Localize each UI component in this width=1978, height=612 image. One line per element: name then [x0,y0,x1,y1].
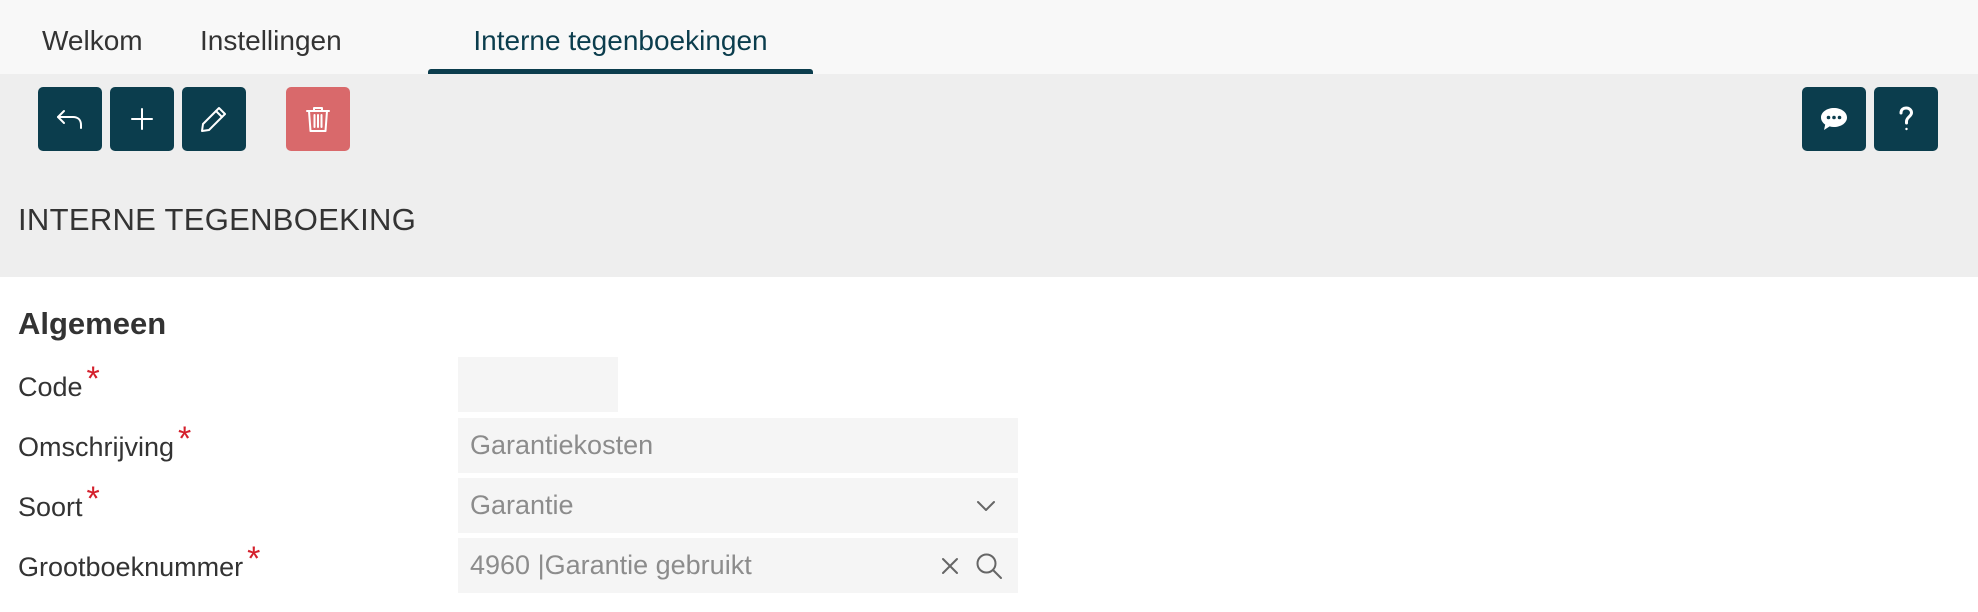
omschrijving-label: Omschrijving * [18,420,191,465]
section-title-algemeen: Algemeen [18,306,167,341]
soort-value: Garantie [470,490,574,520]
omschrijving-input[interactable]: Garantiekosten [458,418,1018,473]
chevron-down-icon[interactable] [974,478,998,533]
help-button[interactable] [1874,87,1938,151]
add-button[interactable] [110,87,174,151]
soort-label: Soort * [18,480,100,525]
trash-icon [306,107,330,132]
plus-icon [131,108,153,130]
toolbar: INTERNE TEGENBOEKING [0,74,1978,277]
search-icon[interactable] [974,538,1004,593]
page-title: INTERNE TEGENBOEKING [18,202,417,237]
delete-button[interactable] [286,87,350,151]
required-marker: * [86,360,100,398]
question-mark-icon [1899,106,1913,131]
grootboeknummer-label: Grootboeknummer * [18,540,260,585]
comment-button[interactable] [1802,87,1866,151]
code-label: Code * [18,360,100,405]
required-marker: * [178,420,192,458]
pencil-icon [201,107,226,132]
chat-bubble-icon [1821,108,1847,130]
edit-button[interactable] [182,87,246,151]
soort-select[interactable]: Garantie [458,478,1018,533]
grootboeknummer-value: 4960 |Garantie gebruikt [470,550,752,580]
clear-icon[interactable] [938,538,962,593]
code-input[interactable] [458,357,618,412]
required-marker: * [86,480,100,518]
omschrijving-label-text: Omschrijving [18,432,175,462]
tab-instellingen[interactable]: Instellingen [200,0,342,74]
code-label-text: Code [18,372,83,402]
tab-bar: Welkom Instellingen Interne tegenboeking… [0,0,1978,74]
required-marker: * [247,540,261,578]
back-button[interactable] [38,87,102,151]
tab-interne-tegenboekingen[interactable]: Interne tegenboekingen [428,0,813,74]
soort-label-text: Soort [18,492,83,522]
grootboeknummer-lookup[interactable]: 4960 |Garantie gebruikt [458,538,1018,593]
tab-label: Interne tegenboekingen [473,25,768,56]
omschrijving-value: Garantiekosten [470,430,654,460]
tab-welkom[interactable]: Welkom [42,0,143,74]
grootboeknummer-label-text: Grootboeknummer [18,552,244,582]
undo-arrow-icon [57,110,82,129]
